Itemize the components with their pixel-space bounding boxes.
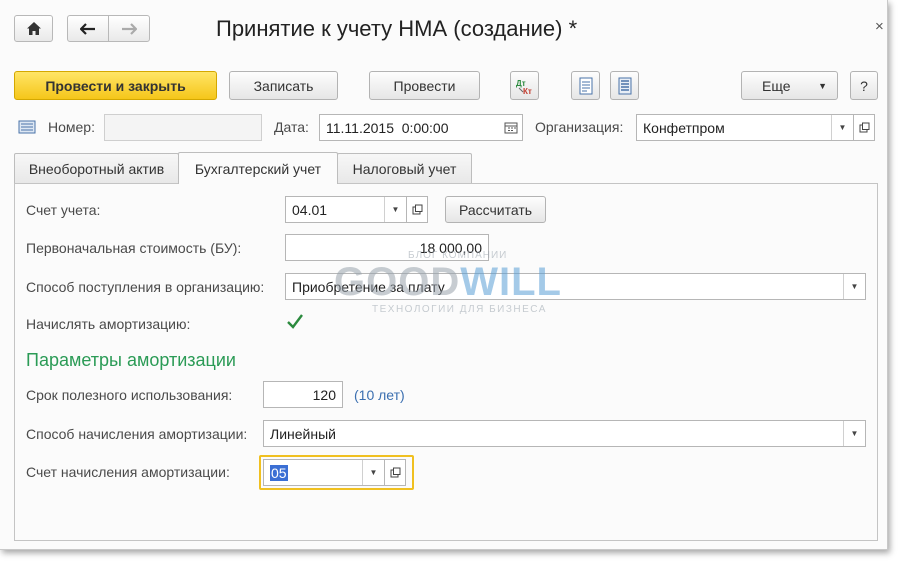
tab-accounting[interactable]: Бухгалтерский учет	[178, 152, 338, 184]
arrow-right-icon	[122, 22, 137, 35]
accrue-depreciation-checkbox[interactable]	[286, 313, 304, 331]
depreciation-account-value: 05	[270, 464, 288, 481]
date-value: 11.11.2015 0:00:00	[326, 119, 449, 136]
page-title: Принятие к учету НМА (создание) *	[216, 16, 578, 41]
receipt-method-label: Способ поступления в организацию:	[26, 279, 265, 295]
list-icon	[618, 77, 631, 94]
useful-life-label: Срок полезного использования:	[26, 387, 233, 403]
open-link-icon	[412, 204, 422, 215]
home-icon	[26, 22, 41, 35]
report-button[interactable]	[571, 71, 600, 100]
chevron-down-icon[interactable]: ▼	[831, 115, 853, 140]
open-link-icon	[859, 122, 869, 133]
document-icon	[579, 77, 592, 94]
useful-life-hint: (10 лет)	[354, 387, 405, 403]
depreciation-method-field[interactable]: Линейный ▼	[263, 420, 866, 447]
calendar-icon[interactable]	[500, 115, 522, 140]
depreciation-method-label: Способ начисления амортизации:	[26, 426, 248, 442]
chevron-down-icon: ▼	[818, 80, 827, 91]
more-label: Еще	[762, 77, 791, 94]
open-link-icon	[390, 467, 400, 478]
account-label: Счет учета:	[26, 202, 101, 218]
depreciation-method-value: Линейный	[270, 425, 336, 442]
depreciation-params-title: Параметры амортизации	[26, 350, 236, 370]
close-icon[interactable]: ×	[875, 18, 884, 35]
date-label: Дата:	[274, 119, 309, 135]
organization-field[interactable]: Конфетпром ▼	[636, 114, 854, 141]
chevron-down-icon[interactable]: ▼	[362, 460, 384, 485]
debit-credit-icon: Дт Кт	[516, 79, 532, 95]
initial-cost-label: Первоначальная стоимость (БУ):	[26, 240, 242, 256]
account-value: 04.01	[292, 201, 328, 218]
tab-fixed-asset[interactable]: Внеоборотный актив	[14, 153, 179, 183]
save-button[interactable]: Записать	[229, 71, 338, 100]
depreciation-account-label: Счет начисления амортизации:	[26, 464, 230, 480]
svg-text:Кт: Кт	[523, 87, 532, 95]
receipt-method-field[interactable]: Приобретение за плату ▼	[285, 273, 866, 300]
depreciation-account-field[interactable]: 05 ▼	[263, 459, 385, 486]
checkmark-icon	[287, 314, 303, 329]
chevron-down-icon[interactable]: ▼	[384, 197, 406, 222]
initial-cost-field[interactable]: 18 000,00	[285, 234, 489, 261]
date-field[interactable]: 11.11.2015 0:00:00	[319, 114, 523, 141]
accrue-depreciation-label: Начислять амортизацию:	[26, 316, 191, 332]
journal-button[interactable]	[610, 71, 639, 100]
help-button[interactable]: ?	[850, 71, 878, 100]
number-label: Номер:	[48, 119, 95, 135]
tab-tax-accounting[interactable]: Налоговый учет	[337, 153, 472, 183]
organization-value: Конфетпром	[643, 119, 725, 136]
forward-button[interactable]	[108, 15, 150, 42]
open-organization-button[interactable]	[853, 114, 875, 141]
dt-kt-button[interactable]: Дт Кт	[510, 71, 539, 100]
more-menu-button[interactable]: Еще ▼	[741, 71, 838, 100]
post-button[interactable]: Провести	[369, 71, 480, 100]
open-account-button[interactable]	[406, 196, 428, 223]
chevron-down-icon[interactable]: ▼	[843, 274, 865, 299]
receipt-method-value: Приобретение за плату	[292, 278, 445, 295]
useful-life-field[interactable]: 120	[263, 381, 343, 408]
chevron-down-icon[interactable]: ▼	[843, 421, 865, 446]
calculate-button[interactable]: Рассчитать	[445, 196, 546, 223]
organization-label: Организация:	[535, 119, 624, 135]
number-field[interactable]	[104, 114, 262, 141]
arrow-left-icon	[80, 22, 95, 35]
account-field[interactable]: 04.01 ▼	[285, 196, 407, 223]
open-depreciation-account-button[interactable]	[384, 459, 406, 486]
document-window: Принятие к учету НМА (создание) * × Пров…	[0, 0, 888, 550]
home-button[interactable]	[14, 15, 53, 42]
document-list-icon	[18, 120, 36, 134]
back-button[interactable]	[67, 15, 109, 42]
post-and-close-button[interactable]: Провести и закрыть	[14, 71, 217, 100]
